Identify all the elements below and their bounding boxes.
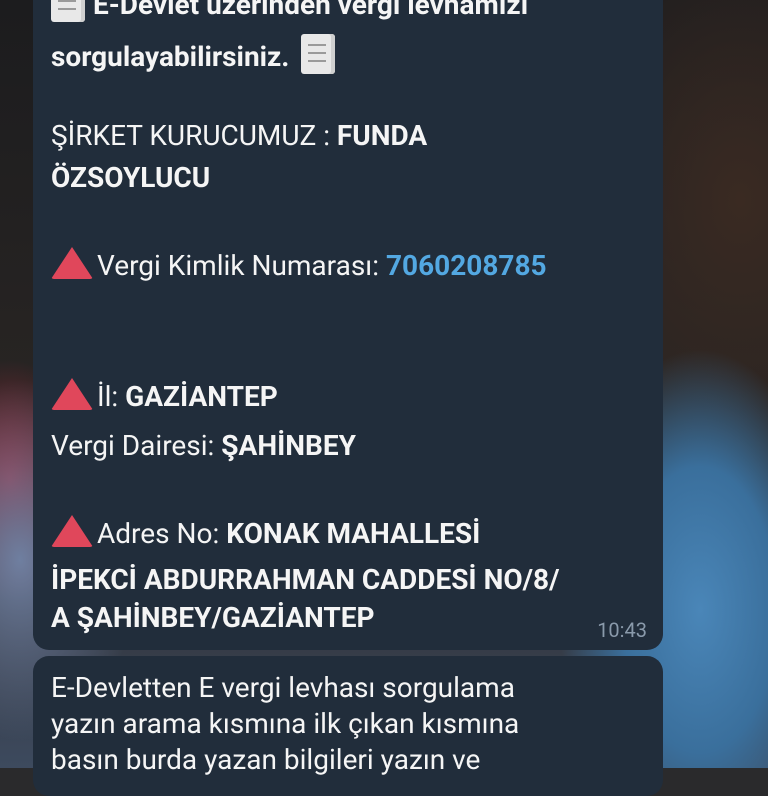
tax-id-link[interactable]: 7060208785 — [386, 249, 547, 282]
message-bubble-incoming[interactable]: E-Devlet üzerinden vergi levhamızı sorgu… — [33, 0, 663, 650]
red-triangle-icon — [51, 378, 93, 410]
message-bubble-incoming[interactable]: E-Devletten E vergi levhası sorgulama ya… — [33, 656, 663, 796]
province-line: İl: GAZİANTEP — [51, 378, 645, 414]
founder-line: ŞİRKET KURUCUMUZ : FUNDA — [51, 119, 428, 152]
red-triangle-icon — [51, 515, 93, 547]
message-line: sorgulayabilirsiniz. — [51, 34, 645, 74]
address-line: Adres No: KONAK MAHALLESİ — [51, 515, 645, 551]
message-text-line: E-Devletten E vergi levhası sorgulama — [51, 671, 515, 704]
red-triangle-icon — [51, 247, 93, 279]
message-timestamp: 10:43 — [597, 618, 647, 642]
address-line-3: A ŞAHİNBEY/GAZİANTEP — [51, 601, 375, 634]
founder-name-line: ÖZSOYLUCU — [51, 161, 211, 194]
scroll-icon — [301, 34, 336, 74]
scroll-icon — [51, 0, 85, 22]
message-text-line: basın burda yazan bilgileri yazın ve — [51, 743, 481, 776]
message-text-line: yazın arama kısmına ilk çıkan kısmına — [51, 707, 520, 740]
tax-office-line: Vergi Dairesi: ŞAHİNBEY — [51, 429, 356, 462]
message-line: E-Devlet üzerinden vergi levhamızı — [51, 0, 645, 22]
address-line-2: İPEKCİ ABDURRAHMAN CADDESİ NO/8/ — [51, 563, 560, 596]
tax-id-line: Vergi Kimlik Numarası: 7060208785 — [51, 247, 645, 283]
